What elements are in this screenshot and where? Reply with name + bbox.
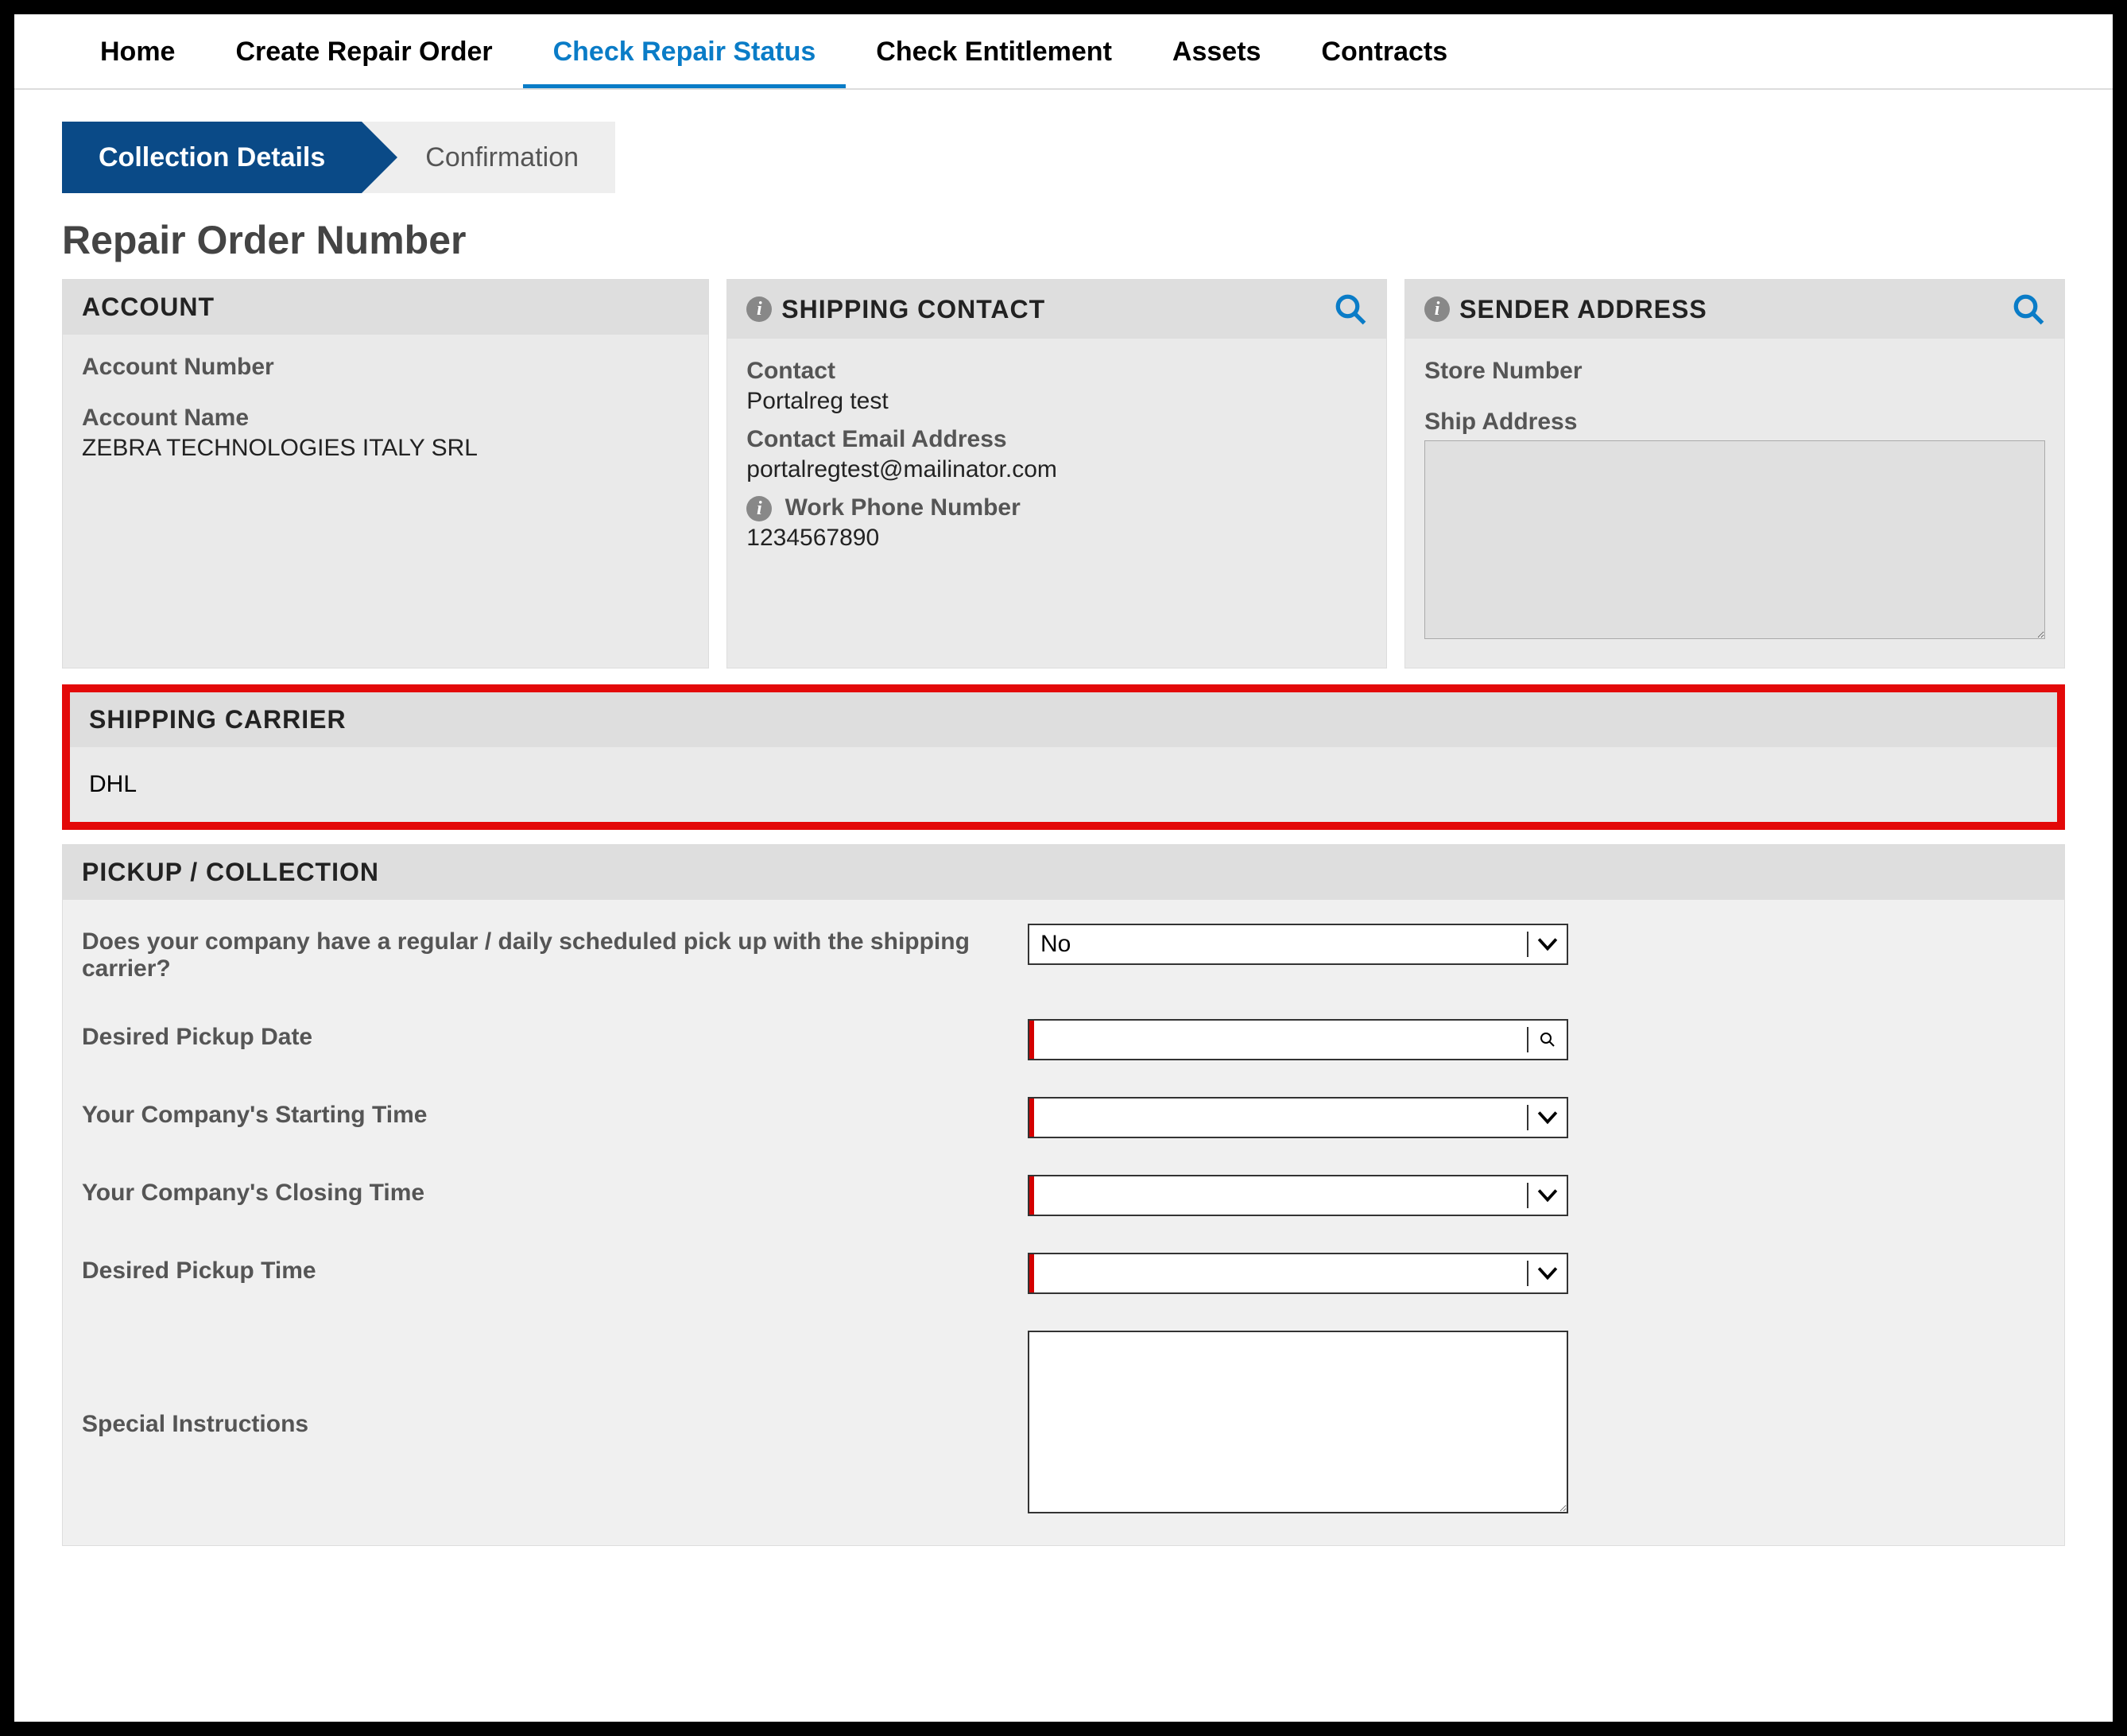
row-start-time: Your Company's Starting Time — [82, 1097, 2045, 1138]
work-phone-label: i Work Phone Number — [746, 494, 1367, 521]
desired-pickup-time-select[interactable] — [1028, 1253, 1568, 1294]
row-close-time: Your Company's Closing Time — [82, 1175, 2045, 1216]
shipping-contact-title: SHIPPING CONTACT — [781, 295, 1045, 324]
account-panel: ACCOUNT Account Number Account Name ZEBR… — [62, 279, 709, 668]
sender-address-body: Store Number Ship Address — [1405, 339, 2064, 668]
shipping-contact-panel: i SHIPPING CONTACT Contact Portalreg tes… — [726, 279, 1387, 668]
account-name-value: ZEBRA TECHNOLOGIES ITALY SRL — [82, 435, 689, 462]
pickup-section: PICKUP / COLLECTION Does your company ha… — [62, 844, 2065, 1546]
sender-address-header: i SENDER ADDRESS — [1405, 280, 2064, 339]
close-time-label: Your Company's Closing Time — [82, 1175, 1028, 1207]
calendar-icon[interactable] — [1527, 1027, 1567, 1052]
contact-email-label: Contact Email Address — [746, 426, 1367, 453]
special-instructions-wrap — [1028, 1331, 1568, 1513]
summary-panels: ACCOUNT Account Number Account Name ZEBR… — [62, 279, 2065, 668]
search-icon[interactable] — [1334, 293, 1367, 326]
shipping-carrier-header: SHIPPING CARRIER — [70, 692, 2057, 747]
sender-address-panel: i SENDER ADDRESS Store Number Ship Addre… — [1404, 279, 2065, 668]
row-desired-pickup-time: Desired Pickup Time — [82, 1253, 2045, 1294]
desired-pickup-date-input[interactable] — [1028, 1019, 1568, 1060]
start-time-label: Your Company's Starting Time — [82, 1097, 1028, 1129]
chevron-down-icon — [1527, 1105, 1567, 1130]
step-confirmation[interactable]: Confirmation — [362, 122, 615, 193]
account-panel-header: ACCOUNT — [63, 280, 708, 335]
account-panel-title: ACCOUNT — [82, 293, 215, 322]
required-indicator — [1029, 1099, 1034, 1137]
shipping-carrier-highlight: SHIPPING CARRIER DHL — [62, 684, 2065, 830]
account-number-label: Account Number — [82, 354, 689, 381]
nav-check-entitlement[interactable]: Check Entitlement — [846, 24, 1142, 88]
nav-create-repair-order[interactable]: Create Repair Order — [205, 24, 522, 88]
info-icon: i — [746, 296, 772, 322]
shipping-carrier-value: DHL — [70, 747, 2057, 822]
info-icon: i — [1424, 296, 1450, 322]
regular-pickup-value: No — [1040, 931, 1071, 958]
ship-address-textarea[interactable] — [1424, 440, 2045, 639]
contact-label: Contact — [746, 358, 1367, 385]
account-panel-body: Account Number Account Name ZEBRA TECHNO… — [63, 335, 708, 668]
nav-home[interactable]: Home — [70, 24, 205, 88]
desired-pickup-date-label: Desired Pickup Date — [82, 1019, 1028, 1051]
pickup-header: PICKUP / COLLECTION — [63, 845, 2064, 900]
regular-pickup-label: Does your company have a regular / daily… — [82, 924, 1028, 982]
start-time-select[interactable] — [1028, 1097, 1568, 1138]
account-name-label: Account Name — [82, 405, 689, 432]
page-title: Repair Order Number — [62, 217, 2065, 263]
app-frame: Home Create Repair Order Check Repair St… — [14, 14, 2113, 1722]
chevron-down-icon — [1527, 1261, 1567, 1286]
work-phone-value: 1234567890 — [746, 525, 1367, 552]
work-phone-label-text: Work Phone Number — [785, 494, 1021, 521]
row-desired-pickup-date: Desired Pickup Date — [82, 1019, 2045, 1060]
nav-check-repair-status[interactable]: Check Repair Status — [523, 24, 847, 88]
required-indicator — [1029, 1021, 1034, 1059]
store-number-label: Store Number — [1424, 358, 2045, 385]
page-content: Collection Details Confirmation Repair O… — [14, 90, 2113, 1562]
nav-contracts[interactable]: Contracts — [1291, 24, 1478, 88]
shipping-contact-body: Contact Portalreg test Contact Email Add… — [727, 339, 1386, 668]
chevron-down-icon — [1527, 932, 1567, 957]
pickup-body: Does your company have a regular / daily… — [63, 900, 2064, 1545]
shipping-contact-header: i SHIPPING CONTACT — [727, 280, 1386, 339]
required-indicator — [1029, 1254, 1034, 1292]
info-icon: i — [746, 496, 772, 521]
required-indicator — [1029, 1176, 1034, 1215]
special-instructions-label: Special Instructions — [82, 1406, 1028, 1438]
contact-email-value: portalregtest@mailinator.com — [746, 456, 1367, 483]
nav-assets[interactable]: Assets — [1142, 24, 1292, 88]
row-special-instructions: Special Instructions — [82, 1331, 2045, 1513]
close-time-select[interactable] — [1028, 1175, 1568, 1216]
progress-steps: Collection Details Confirmation — [62, 122, 2065, 193]
desired-pickup-time-label: Desired Pickup Time — [82, 1253, 1028, 1285]
contact-value: Portalreg test — [746, 388, 1367, 415]
search-icon[interactable] — [2012, 293, 2045, 326]
chevron-down-icon — [1527, 1183, 1567, 1208]
top-nav: Home Create Repair Order Check Repair St… — [14, 14, 2113, 90]
ship-address-label: Ship Address — [1424, 409, 2045, 436]
step-collection-details[interactable]: Collection Details — [62, 122, 362, 193]
row-regular-pickup: Does your company have a regular / daily… — [82, 924, 2045, 982]
regular-pickup-select[interactable]: No — [1028, 924, 1568, 965]
shipping-carrier-section: SHIPPING CARRIER DHL — [70, 692, 2057, 822]
special-instructions-textarea[interactable] — [1028, 1331, 1568, 1513]
sender-address-title: SENDER ADDRESS — [1459, 295, 1707, 324]
